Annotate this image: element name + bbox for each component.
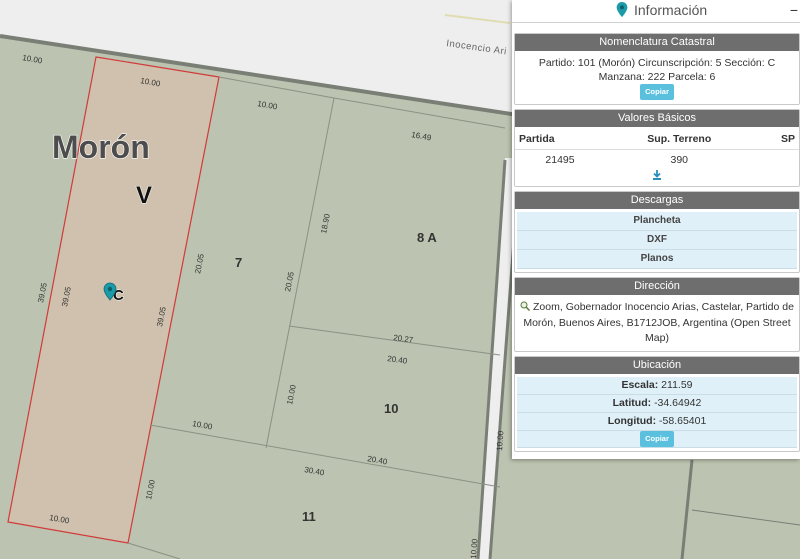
valores-section: Valores Básicos Partida Sup. Terreno SP … bbox=[514, 109, 800, 187]
dim-label: 10.00 bbox=[469, 538, 479, 559]
section-title: Dirección bbox=[515, 278, 799, 295]
district-label: Morón bbox=[52, 129, 150, 165]
section-title: Ubicación bbox=[515, 357, 799, 374]
section-title: Valores Básicos bbox=[515, 110, 799, 127]
table-cell: 390 bbox=[670, 154, 689, 166]
nomenclatura-section: Nomenclatura Catastral Partido: 101 (Mor… bbox=[514, 33, 800, 105]
escala-row: Escala: 211.59 bbox=[517, 377, 797, 395]
ubicacion-section: Ubicación Escala: 211.59 Latitud: -34.64… bbox=[514, 356, 800, 452]
longitud-value: -58.65401 bbox=[659, 415, 707, 427]
copy-button[interactable]: Copiar bbox=[640, 431, 674, 447]
info-panel: Información − Nomenclatura Catastral Par… bbox=[512, 0, 800, 459]
longitud-label: Longitud: bbox=[607, 415, 657, 427]
nomenclatura-text: Partido: 101 (Morón) Circunscripción: 5 … bbox=[538, 57, 776, 83]
escala-label: Escala: bbox=[621, 379, 659, 391]
map-pin-icon bbox=[616, 2, 628, 23]
circunscripcion-label: V bbox=[136, 182, 152, 209]
escala-value: 211.59 bbox=[661, 379, 693, 391]
download-planos-link[interactable]: Planos bbox=[517, 250, 797, 269]
panel-header: Información − bbox=[512, 0, 800, 23]
download-dxf-link[interactable]: DXF bbox=[517, 231, 797, 250]
section-title: Nomenclatura Catastral bbox=[515, 34, 799, 51]
column-header: SP bbox=[753, 127, 799, 150]
latitud-value: -34.64942 bbox=[654, 397, 702, 409]
table-cell: 21495 bbox=[545, 154, 575, 166]
collapse-button[interactable]: − bbox=[788, 3, 800, 18]
valores-table: Partida Sup. Terreno SP 21495 390 bbox=[515, 127, 799, 186]
panel-title: Información bbox=[634, 2, 708, 18]
direccion-text: Zoom, Gobernador Inocencio Arias, Castel… bbox=[523, 301, 794, 344]
descargas-section: Descargas Plancheta DXF Planos bbox=[514, 191, 800, 273]
parcel-label: 10 bbox=[384, 401, 398, 416]
zoom-icon[interactable] bbox=[520, 301, 531, 316]
parcel-label: 11 bbox=[302, 509, 316, 524]
longitud-row: Longitud: -58.65401 bbox=[517, 413, 797, 431]
column-header: Partida bbox=[515, 127, 605, 150]
parcel-label: 8 A bbox=[417, 230, 437, 245]
latitud-row: Latitud: -34.64942 bbox=[517, 395, 797, 413]
section-title: Descargas bbox=[515, 192, 799, 209]
parcel-label: 7 bbox=[235, 255, 242, 270]
latitud-label: Latitud: bbox=[612, 397, 652, 409]
copy-button[interactable]: Copiar bbox=[640, 84, 674, 100]
column-header: Sup. Terreno bbox=[605, 127, 754, 150]
download-icon[interactable] bbox=[652, 170, 662, 183]
table-cell bbox=[754, 150, 799, 171]
dim-label: 10.00 bbox=[495, 430, 505, 451]
direccion-section: Dirección Zoom, Gobernador Inocencio Ari… bbox=[514, 277, 800, 352]
download-plancheta-link[interactable]: Plancheta bbox=[517, 212, 797, 231]
table-row: 21495 390 bbox=[515, 150, 799, 171]
